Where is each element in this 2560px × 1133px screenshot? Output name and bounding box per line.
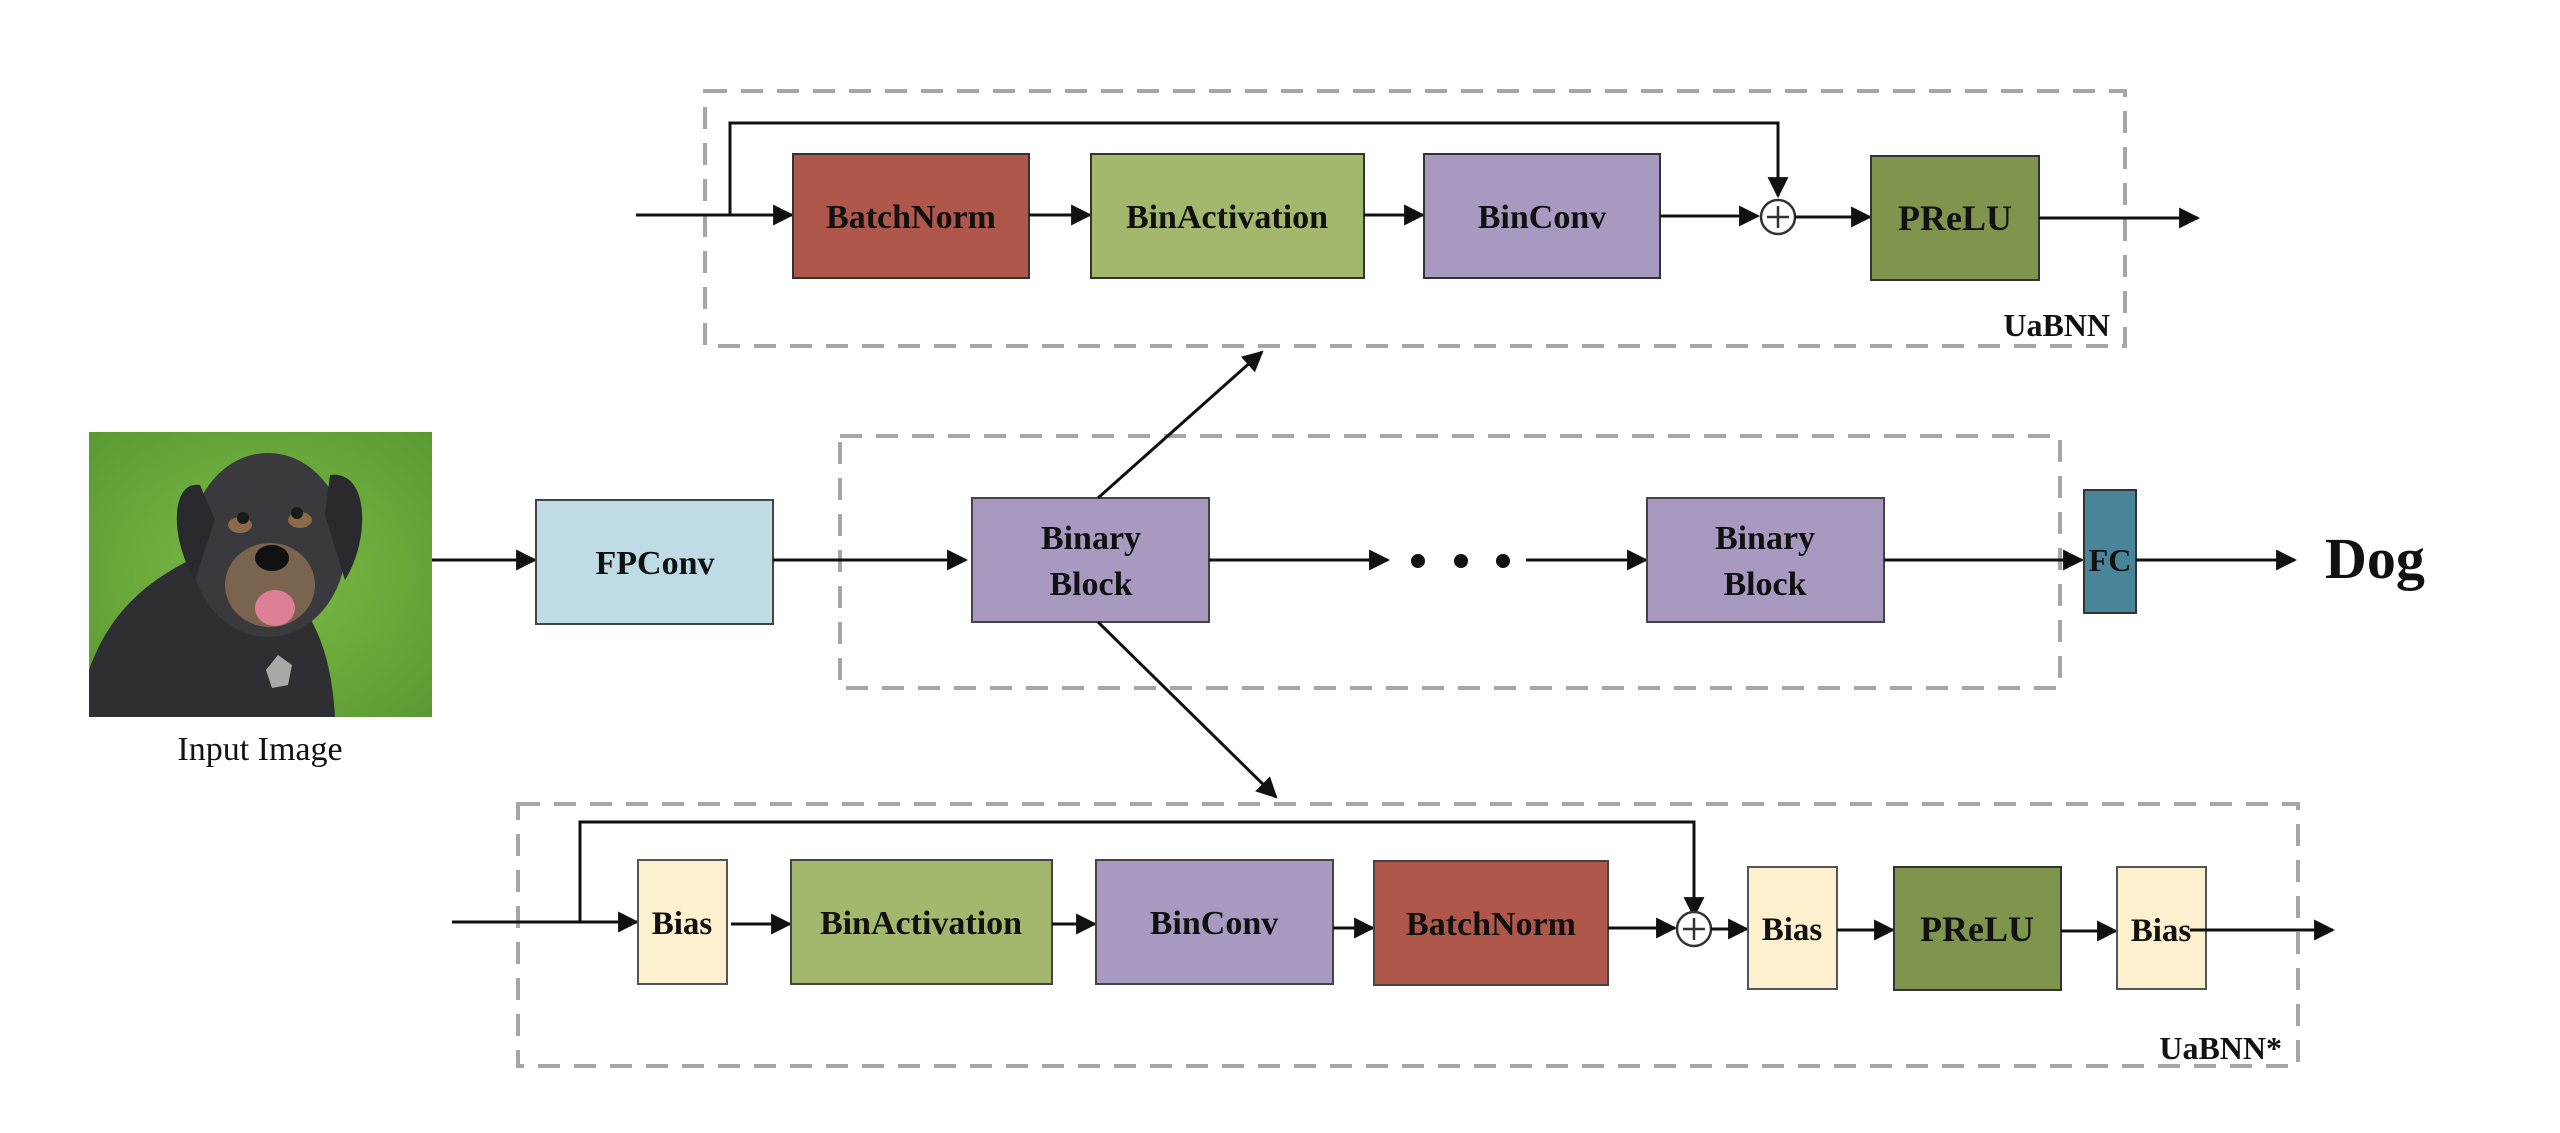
uabnn-group: BatchNorm BinActivation BinConv PReLU Ua…: [636, 89, 2201, 348]
input-image-label: Input Image: [177, 731, 342, 768]
expand-to-uabnn-star-arrow: [1096, 620, 1278, 799]
uabnn-star-binconv-label: BinConv: [1150, 905, 1279, 942]
uabnn-add-icon: [1759, 198, 1797, 236]
uabnn-binactivation-label: BinActivation: [1126, 199, 1328, 236]
output-label: Dog: [2325, 526, 2425, 591]
expand-to-uabnn-arrow: [1097, 350, 1264, 500]
uabnn-star-bias-3-label: Bias: [2131, 913, 2192, 949]
uabnn-star-batchnorm-label: BatchNorm: [1406, 906, 1576, 943]
main-pipeline: Input Image FPConv Binary Block Binary B…: [89, 350, 2425, 799]
uabnn-star-bias-2-label: Bias: [1762, 912, 1823, 948]
uabnn-prelu-label: PReLU: [1898, 198, 2012, 238]
dog-eye-right: [291, 507, 303, 519]
binary-block-1-label-line2: Block: [1049, 566, 1132, 603]
uabnn-star-add-icon: [1675, 910, 1713, 948]
fc-label: FC: [2089, 542, 2132, 578]
uabnn-binconv-label: BinConv: [1478, 199, 1607, 236]
dog-nose: [255, 545, 289, 571]
uabnn-star-group: Bias BinActivation BinConv BatchNorm Bia…: [452, 802, 2336, 1068]
input-image: [89, 432, 432, 717]
binary-block-2-label-line1: Binary: [1715, 520, 1815, 557]
uabnn-star-binactivation-label: BinActivation: [820, 905, 1022, 942]
architecture-diagram: BatchNorm BinActivation BinConv PReLU Ua…: [89, 89, 2425, 1068]
uabnn-star-prelu-label: PReLU: [1920, 909, 2034, 949]
dog-tongue: [255, 590, 295, 626]
uabnn-star-bias-1-label: Bias: [652, 906, 713, 942]
binary-block-2-label-line2: Block: [1723, 566, 1806, 603]
uabnn-star-label: UaBNN*: [2159, 1030, 2282, 1066]
uabnn-label: UaBNN: [2003, 307, 2110, 343]
binary-block-1-label-line1: Binary: [1041, 520, 1141, 557]
ellipsis-dots: [1411, 554, 1510, 568]
binary-block-2: [1646, 497, 1885, 623]
binary-block-1: [971, 497, 1210, 623]
dog-eye-left: [237, 512, 249, 524]
fpconv-label: FPConv: [596, 545, 715, 582]
uabnn-batchnorm-label: BatchNorm: [826, 199, 996, 236]
